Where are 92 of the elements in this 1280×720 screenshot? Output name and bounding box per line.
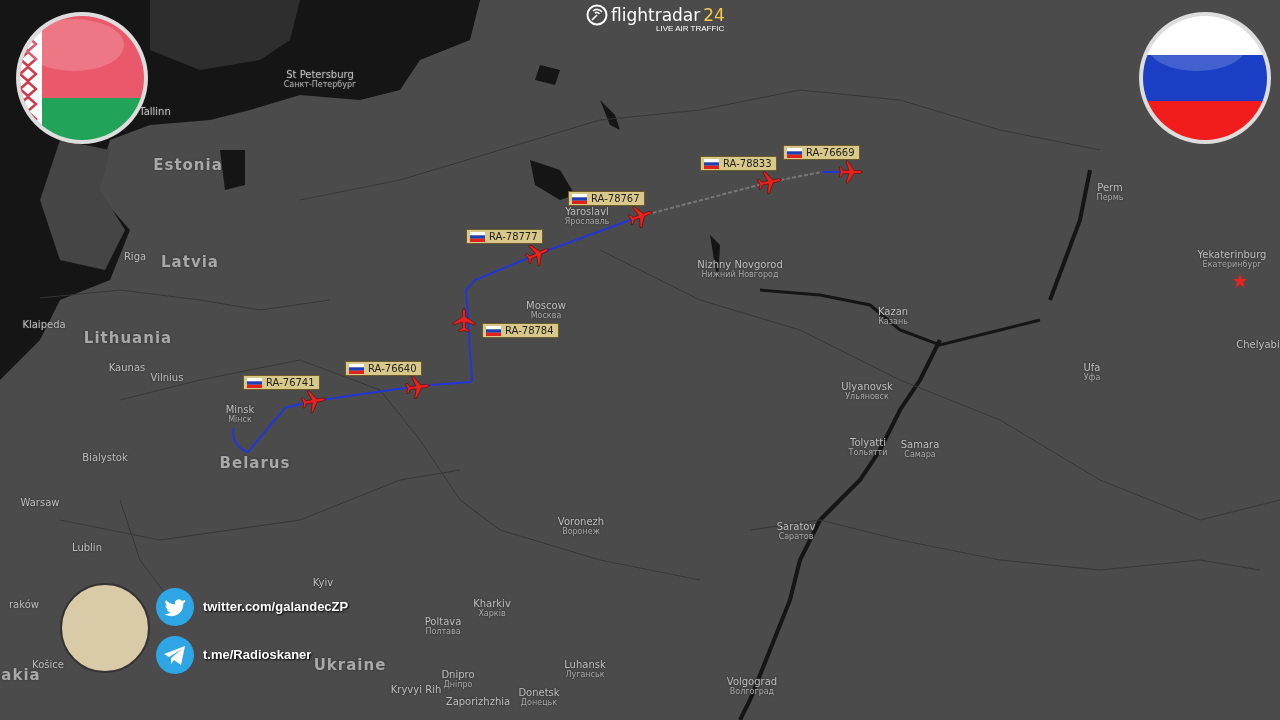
- lake: [220, 150, 245, 190]
- country-label: Ukraine: [313, 657, 387, 673]
- logo-number: 24: [703, 6, 725, 24]
- city-label: Kryvyi Rih: [390, 685, 442, 695]
- flag-icon: [704, 158, 719, 169]
- city-label: Riga: [123, 252, 147, 262]
- city-label: Minsk: [225, 405, 255, 415]
- city-native-label: Екатеринбург: [1202, 261, 1262, 269]
- flag-icon: [486, 325, 501, 336]
- flag-icon: [247, 377, 262, 388]
- city-label: Kazan: [877, 307, 909, 317]
- country-label: akia: [1, 667, 41, 683]
- city-native-label: Дніпро: [443, 681, 473, 689]
- city-label: Samara: [900, 440, 940, 450]
- city-native-label: Донецьк: [520, 699, 558, 707]
- paper-plane-icon: [155, 635, 195, 675]
- flag-icon: [787, 147, 802, 158]
- flag-icon: [349, 363, 364, 374]
- city-label: Kyiv: [312, 578, 334, 588]
- city-label: Tolyatti: [850, 438, 886, 448]
- airplane-icon[interactable]: [628, 203, 654, 229]
- aircraft-label[interactable]: RA-78777: [466, 229, 543, 244]
- city-native-label: Санкт-Петербург: [283, 81, 357, 89]
- city-native-label: Москва: [530, 312, 562, 320]
- flag-icon: [470, 231, 485, 242]
- city-native-label: Волгоград: [729, 688, 775, 696]
- city-label: Ufa: [1083, 363, 1101, 373]
- logo-text: flightradar: [611, 6, 701, 24]
- city-label: Nizhny Novgorod: [697, 260, 783, 270]
- flag-icon: [1137, 10, 1273, 146]
- country-label: Lithuania: [83, 330, 173, 346]
- city-label: Poltava: [424, 617, 462, 627]
- city-native-label: Полтава: [425, 628, 461, 636]
- country-label: Latvia: [161, 254, 219, 270]
- city-label: Ulyanovsk: [841, 382, 893, 392]
- city-native-label: Воронеж: [562, 528, 600, 536]
- lake: [600, 100, 620, 130]
- city-native-label: Тольятти: [848, 449, 888, 457]
- city-label: Yaroslavl: [565, 207, 609, 217]
- city-native-label: Харків: [478, 610, 506, 618]
- city-label: Yekaterinburg: [1197, 250, 1267, 260]
- city-native-label: Саратов: [778, 533, 814, 541]
- city-label: Saratov: [776, 522, 816, 532]
- aircraft-label[interactable]: RA-76669: [783, 145, 860, 160]
- social-handle[interactable]: twitter.com/galandecZP: [203, 597, 349, 617]
- aircraft-label[interactable]: RA-78784: [482, 323, 559, 338]
- lake: [530, 160, 575, 200]
- city-label: Zaporizhzhia: [445, 697, 511, 707]
- city-native-label: Мінск: [228, 416, 252, 424]
- city-native-label: Ярославль: [564, 218, 610, 226]
- city-label: Kharkiv: [473, 599, 511, 609]
- city-label: Voronezh: [557, 517, 605, 527]
- city-label: Bialystok: [82, 453, 128, 463]
- city-label: Chelyabi: [1236, 340, 1280, 350]
- city-label: Warsaw: [20, 498, 60, 508]
- lake: [535, 65, 560, 85]
- city-label: Volgograd: [726, 677, 778, 687]
- city-label: Perm: [1097, 183, 1123, 193]
- city-native-label: Самара: [904, 451, 936, 459]
- city-label: Dnipro: [441, 670, 475, 680]
- city-label: Luhansk: [564, 660, 606, 670]
- city-native-label: Пермь: [1096, 194, 1124, 202]
- city-label: Klaipeda: [22, 320, 66, 330]
- city-native-label: Ульяновск: [845, 393, 889, 401]
- city-label: Košice: [32, 660, 64, 670]
- city-label: Vilnius: [150, 373, 184, 383]
- city-label: Moscow: [526, 301, 566, 311]
- city-label: raków: [9, 600, 39, 610]
- country-label: Belarus: [219, 455, 291, 471]
- social-handle[interactable]: t.me/Radioskaner: [203, 645, 312, 665]
- airplane-icon[interactable]: [757, 169, 783, 195]
- star-icon: [1232, 273, 1248, 289]
- aircraft-label[interactable]: RA-76741: [243, 375, 320, 390]
- city-label: Kaunas: [108, 363, 146, 373]
- city-native-label: Луганськ: [565, 671, 605, 679]
- airplane-icon[interactable]: [405, 374, 431, 400]
- country-label: Estonia: [153, 157, 223, 173]
- city-native-label: Казань: [878, 318, 908, 326]
- city-label: Donetsk: [518, 688, 560, 698]
- aircraft-label[interactable]: RA-78833: [700, 156, 777, 171]
- flag-icon: [572, 193, 587, 204]
- aircraft-label[interactable]: RA-76640: [345, 361, 422, 376]
- aircraft-label[interactable]: RA-78767: [568, 191, 645, 206]
- bird-icon: [155, 587, 195, 627]
- city-label: St Petersburg: [286, 70, 354, 80]
- airplane-icon[interactable]: [301, 388, 327, 414]
- radar-logo-icon: [586, 4, 608, 26]
- city-native-label: Уфа: [1083, 374, 1101, 382]
- city-label: Tallinn: [139, 107, 171, 117]
- logo-tagline: LIVE AIR TRAFFIC: [656, 25, 725, 33]
- city-native-label: Нижний Новгород: [701, 271, 779, 279]
- city-label: Lublin: [72, 543, 102, 553]
